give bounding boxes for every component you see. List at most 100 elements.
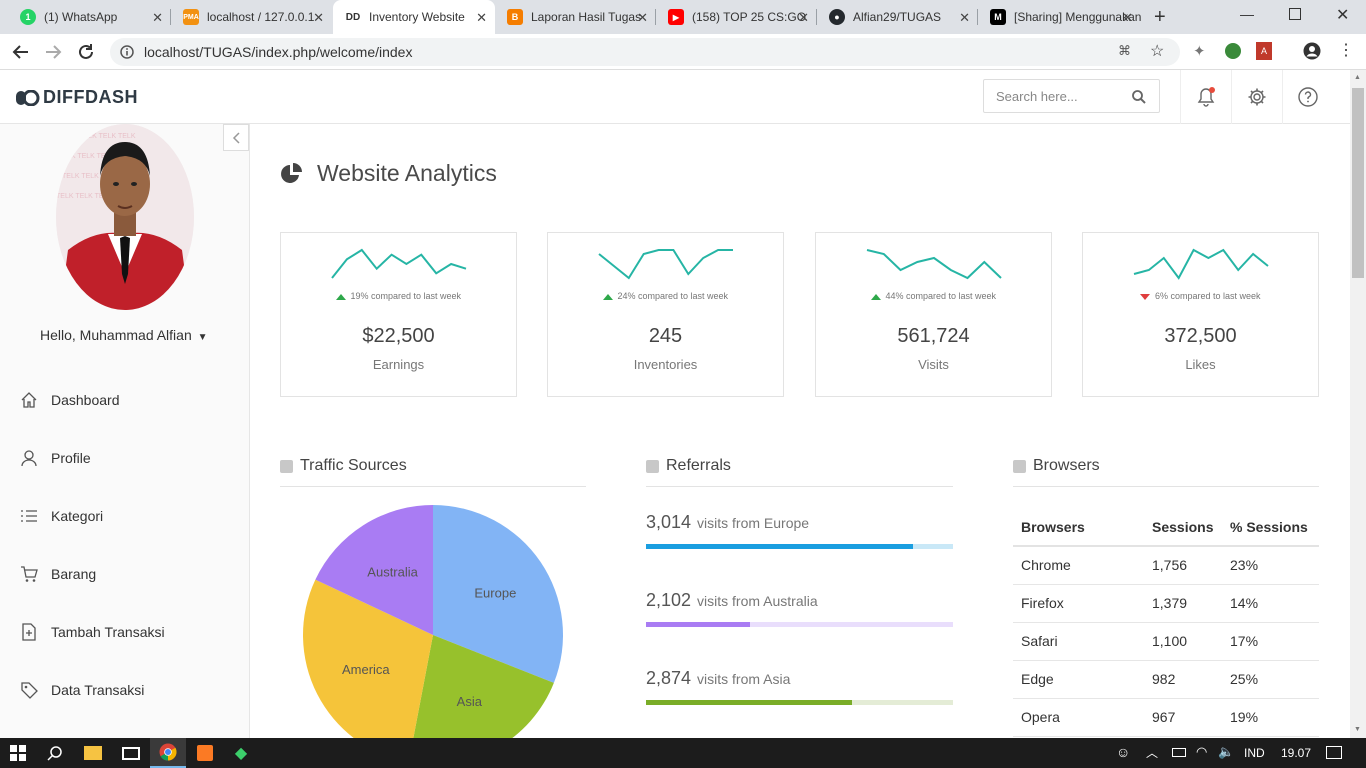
- search-taskbar-button[interactable]: [40, 738, 70, 768]
- chevron-left-icon: [232, 131, 240, 144]
- referral-text: visits from Europe: [697, 515, 810, 531]
- reload-icon[interactable]: [77, 43, 95, 61]
- nav-item-dashboard[interactable]: Dashboard: [0, 380, 249, 420]
- sparkline-path: [331, 248, 467, 279]
- browser-tab[interactable]: PMA localhost / 127.0.0.1 ✕: [171, 0, 332, 34]
- browser-tab[interactable]: B Laporan Hasil Tugas ✕: [495, 0, 656, 34]
- close-tab-icon[interactable]: ✕: [798, 10, 809, 26]
- app-button[interactable]: ◆: [224, 738, 258, 768]
- minimize-button[interactable]: —: [1240, 6, 1254, 22]
- clock[interactable]: 19.07: [1281, 746, 1311, 760]
- wifi-icon[interactable]: ◠: [1196, 744, 1207, 760]
- stat-value: 561,724: [897, 325, 970, 347]
- maximize-button[interactable]: [1289, 8, 1301, 20]
- volume-icon[interactable]: 🔈: [1218, 744, 1234, 760]
- progress-fill: [646, 544, 914, 549]
- table-row: Edge 982 25%: [1013, 660, 1319, 699]
- sidebar: TELK TELK TELK TELK TELK TELK TELK TELK TE…: [0, 124, 250, 738]
- stat-label: Inventories: [633, 357, 698, 372]
- xampp-button[interactable]: [188, 738, 222, 768]
- new-tab-button[interactable]: +: [1154, 6, 1166, 29]
- referral-item: 2,102 visits from Australia: [646, 590, 953, 627]
- collapse-sidebar-button[interactable]: [223, 124, 249, 151]
- column-header: Sessions: [1144, 508, 1222, 547]
- chevron-up-icon[interactable]: ︿: [1146, 744, 1158, 761]
- browser-tab[interactable]: ▶ (158) TOP 25 CS:GO ✕: [656, 0, 817, 34]
- help-button[interactable]: [1282, 70, 1332, 124]
- nav-item-data-transaksi[interactable]: Data Transaksi: [0, 670, 249, 710]
- start-button[interactable]: [0, 738, 36, 768]
- main-content: Website Analytics 19% compared to last w…: [250, 124, 1350, 738]
- pdf-extension-icon[interactable]: A: [1256, 42, 1272, 60]
- close-window-button[interactable]: ✕: [1336, 5, 1349, 25]
- close-tab-icon[interactable]: ✕: [313, 10, 324, 26]
- search-icon[interactable]: [1132, 90, 1146, 104]
- table-row: Opera 967 19%: [1013, 698, 1319, 737]
- menu-icon[interactable]: ⋮: [1338, 40, 1354, 60]
- translate-icon[interactable]: ⌘: [1118, 43, 1131, 59]
- stat-card-inventories: 24% compared to last week 245 Inventorie…: [547, 232, 784, 397]
- close-tab-icon[interactable]: ✕: [152, 10, 163, 26]
- whatsapp-icon: 1: [20, 9, 36, 25]
- profile-icon[interactable]: [1303, 42, 1321, 60]
- stat-value: 245: [648, 325, 683, 347]
- table-row: Safari 1,100 17%: [1013, 622, 1319, 661]
- browser-tab-active[interactable]: DD Inventory Website ✕: [333, 0, 495, 34]
- search-input[interactable]: [984, 80, 1124, 112]
- browsers-heading: Browsers: [1013, 457, 1100, 475]
- chrome-taskbar-button[interactable]: [150, 738, 186, 768]
- file-explorer-button[interactable]: [76, 738, 110, 768]
- people-icon[interactable]: ☺: [1116, 744, 1130, 760]
- battery-icon[interactable]: [1172, 748, 1186, 757]
- gear-icon: [1248, 88, 1265, 106]
- scroll-down-arrow[interactable]: ▼: [1354, 726, 1361, 733]
- table-cell: 1,756: [1144, 546, 1222, 585]
- chrome-icon: [159, 743, 177, 761]
- extension-icon[interactable]: ✦: [1193, 42, 1206, 60]
- back-icon[interactable]: [12, 44, 30, 60]
- divider: [646, 486, 953, 487]
- forward-icon[interactable]: [44, 44, 62, 60]
- pie-label: America: [342, 662, 390, 677]
- table-cell: 982: [1144, 660, 1222, 699]
- nav-item-tambah-transaksi[interactable]: Tambah Transaksi: [0, 612, 249, 652]
- close-tab-icon[interactable]: ✕: [1122, 10, 1133, 26]
- browser-tab[interactable]: 1 (1) WhatsApp ✕: [8, 0, 171, 34]
- table-cell: 25%: [1222, 660, 1319, 699]
- bookmark-star-icon[interactable]: ☆: [1150, 41, 1164, 61]
- close-tab-icon[interactable]: ✕: [959, 10, 970, 26]
- user-menu[interactable]: Hello, Muhammad Alfian ▼: [40, 327, 208, 343]
- stat-label: Likes: [1185, 357, 1216, 372]
- trend-down-icon: [1140, 293, 1151, 300]
- youtube-icon: ▶: [668, 9, 684, 25]
- browsers-table: Browsers Sessions % Sessions Chrome 1,756…: [1013, 508, 1319, 737]
- info-icon[interactable]: [120, 45, 134, 59]
- traffic-sources-heading: Traffic Sources: [280, 457, 407, 475]
- page-scrollbar[interactable]: ▲ ▼: [1350, 70, 1366, 738]
- nav-item-profile[interactable]: Profile: [0, 438, 249, 478]
- close-tab-icon[interactable]: ✕: [476, 10, 487, 26]
- nav-item-barang[interactable]: Barang: [0, 554, 249, 594]
- windows-icon: [10, 745, 26, 761]
- column-header: Browsers: [1013, 508, 1144, 547]
- avatar[interactable]: TELK TELK TELK TELK TELK TELK TELK TELK TE…: [56, 124, 194, 310]
- stat-label: Earnings: [372, 357, 425, 372]
- globe-extension-icon[interactable]: [1225, 43, 1241, 59]
- search-box[interactable]: [983, 79, 1160, 113]
- nav-item-kategori[interactable]: Kategori: [0, 496, 249, 536]
- browser-tab[interactable]: M [Sharing] Menggunakan ✕: [978, 0, 1141, 34]
- scrollbar-thumb[interactable]: [1352, 88, 1364, 278]
- app-header: DIFFDASH: [0, 70, 1350, 124]
- notifications-button[interactable]: [1180, 70, 1230, 124]
- settings-button[interactable]: [1231, 70, 1281, 124]
- language-indicator[interactable]: IND: [1244, 746, 1265, 760]
- url-bar[interactable]: localhost/TUGAS/index.php/welcome/index …: [110, 38, 1180, 66]
- browser-tab[interactable]: ● Alfian29/TUGAS ✕: [817, 0, 978, 34]
- logo[interactable]: DIFFDASH: [16, 87, 138, 108]
- mail-button[interactable]: [114, 738, 148, 768]
- close-tab-icon[interactable]: ✕: [637, 10, 648, 26]
- scroll-up-arrow[interactable]: ▲: [1354, 74, 1361, 81]
- sparkline: [598, 249, 733, 280]
- notification-center-icon[interactable]: [1326, 746, 1342, 759]
- medium-icon: M: [990, 9, 1006, 25]
